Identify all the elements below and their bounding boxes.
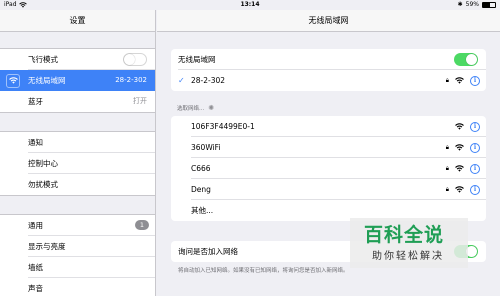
- sidebar-item-label: 声音: [28, 284, 43, 293]
- wifi-icon: [6, 73, 20, 88]
- network-name: 106F3F4499E0-1: [191, 122, 255, 131]
- info-icon[interactable]: i: [470, 75, 480, 86]
- sound-icon: ♪: [10, 284, 16, 293]
- checkmark-icon: ✓: [178, 76, 185, 85]
- bluetooth-status-icon: ✱: [457, 1, 463, 8]
- sidebar-item-label: 控制中心: [28, 159, 58, 168]
- network-name: Deng: [191, 185, 211, 194]
- control-center-icon: ⚙: [9, 159, 17, 168]
- sidebar-item-notifications[interactable]: ☰ 通知: [0, 132, 155, 153]
- lock-icon: 🔒︎: [445, 164, 449, 172]
- moon-icon: ☾: [9, 180, 17, 189]
- settings-group-connectivity: ✈ 飞行模式 无线局域网 28-2-302 ᛒ 蓝牙 打开: [0, 48, 155, 113]
- notifications-icon: ☰: [9, 138, 17, 147]
- info-icon[interactable]: i: [470, 142, 480, 153]
- gear-icon: ⚙: [9, 221, 17, 230]
- sidebar-item-do-not-disturb[interactable]: ☾ 勿扰模式: [0, 174, 155, 195]
- wifi-signal-icon: [455, 186, 464, 193]
- wifi-signal-icon: [455, 144, 464, 151]
- wifi-toggle-label: 无线局域网: [178, 55, 216, 64]
- sidebar-item-label: 通用: [28, 221, 43, 230]
- choose-network-label: 选取网络... ✺: [177, 104, 214, 112]
- settings-sidebar: 设置 ✈ 飞行模式 无线局域网 28-2-302 ᛒ 蓝牙 打开 ☰ 通知 ⚙: [0, 10, 156, 296]
- sidebar-item-label: 蓝牙: [28, 97, 43, 106]
- settings-group-general: ⚙ 通用 1 AA 显示与亮度 ✿ 墙纸 ♪ 声音: [0, 214, 155, 296]
- network-row[interactable]: C666 🔒︎ i: [171, 158, 486, 179]
- lock-icon: 🔒︎: [445, 76, 449, 84]
- settings-title: 设置: [0, 10, 155, 32]
- wifi-network-value: 28-2-302: [115, 76, 147, 84]
- lock-icon: 🔒︎: [445, 143, 449, 151]
- info-icon[interactable]: i: [470, 163, 480, 174]
- watermark-subtitle: 助你轻松解决: [372, 251, 444, 262]
- wifi-main-card: 无线局域网 ✓ 28-2-302 🔒︎ i: [171, 49, 486, 91]
- sidebar-item-label: 墙纸: [28, 263, 43, 272]
- sidebar-item-bluetooth[interactable]: ᛒ 蓝牙 打开: [0, 91, 155, 112]
- ask-to-join-label: 询问是否加入网络: [178, 247, 238, 256]
- airplane-icon: ✈: [9, 55, 17, 64]
- connected-network-row[interactable]: ✓ 28-2-302 🔒︎ i: [171, 70, 486, 91]
- loading-spinner-icon: ✺: [208, 104, 215, 112]
- network-row[interactable]: 106F3F4499E0-1 i: [171, 116, 486, 137]
- info-icon[interactable]: i: [470, 121, 480, 132]
- battery-percent: 59%: [465, 1, 479, 8]
- display-icon: AA: [8, 243, 18, 250]
- status-bar: iPad 13:14 ✱ 59%: [0, 0, 500, 10]
- sidebar-item-label: 显示与亮度: [28, 242, 66, 251]
- network-name: 360WiFi: [191, 143, 221, 152]
- sidebar-item-airplane[interactable]: ✈ 飞行模式: [0, 49, 155, 70]
- watermark-title: 百科全说: [364, 224, 445, 246]
- wifi-toggle-row: 无线局域网: [171, 49, 486, 70]
- network-name: C666: [191, 164, 211, 173]
- status-right: ✱ 59%: [458, 0, 496, 10]
- network-row[interactable]: Deng 🔒︎ i: [171, 179, 486, 200]
- connected-network-name: 28-2-302: [191, 76, 226, 85]
- lock-icon: 🔒︎: [445, 185, 449, 193]
- other-network-label: 其他...: [191, 206, 214, 215]
- sidebar-item-label: 无线局域网: [28, 76, 66, 85]
- battery-icon: [482, 2, 496, 8]
- clock: 13:14: [240, 1, 260, 8]
- page-title: 无线局域网: [157, 10, 500, 32]
- sidebar-item-sounds[interactable]: ♪ 声音: [0, 278, 155, 296]
- battery-fill: [483, 3, 491, 7]
- sidebar-item-label: 飞行模式: [28, 55, 58, 64]
- network-list: 106F3F4499E0-1 i 360WiFi 🔒︎ i C666 🔒︎ i: [171, 116, 486, 221]
- choose-network-text: 选取网络...: [177, 106, 205, 112]
- settings-group-notifications: ☰ 通知 ⚙ 控制中心 ☾ 勿扰模式: [0, 131, 155, 196]
- network-row[interactable]: 360WiFi 🔒︎ i: [171, 137, 486, 158]
- sidebar-item-general[interactable]: ⚙ 通用 1: [0, 215, 155, 236]
- airplane-mode-toggle[interactable]: [123, 53, 147, 66]
- bluetooth-icon: ᛒ: [10, 97, 16, 106]
- sidebar-item-label: 勿扰模式: [28, 180, 58, 189]
- wifi-toggle[interactable]: [454, 53, 478, 66]
- ask-to-join-note: 将自动加入已知网络。如果没有已知网络，将询问您是否加入新网络。: [178, 268, 349, 274]
- sidebar-item-wifi[interactable]: 无线局域网 28-2-302: [0, 70, 155, 91]
- sidebar-item-display[interactable]: AA 显示与亮度: [0, 236, 155, 257]
- update-badge: 1: [135, 220, 149, 230]
- wifi-signal-icon: [455, 165, 464, 172]
- bluetooth-value: 打开: [133, 97, 147, 105]
- sidebar-item-label: 通知: [28, 138, 43, 147]
- watermark: 百科全说 助你轻松解决: [350, 218, 468, 268]
- info-icon[interactable]: i: [470, 184, 480, 195]
- wifi-signal-icon: [455, 123, 464, 130]
- wallpaper-icon: ✿: [9, 263, 17, 272]
- sidebar-item-wallpaper[interactable]: ✿ 墙纸: [0, 257, 155, 278]
- sidebar-item-control-center[interactable]: ⚙ 控制中心: [0, 153, 155, 174]
- wifi-signal-icon: [455, 77, 464, 84]
